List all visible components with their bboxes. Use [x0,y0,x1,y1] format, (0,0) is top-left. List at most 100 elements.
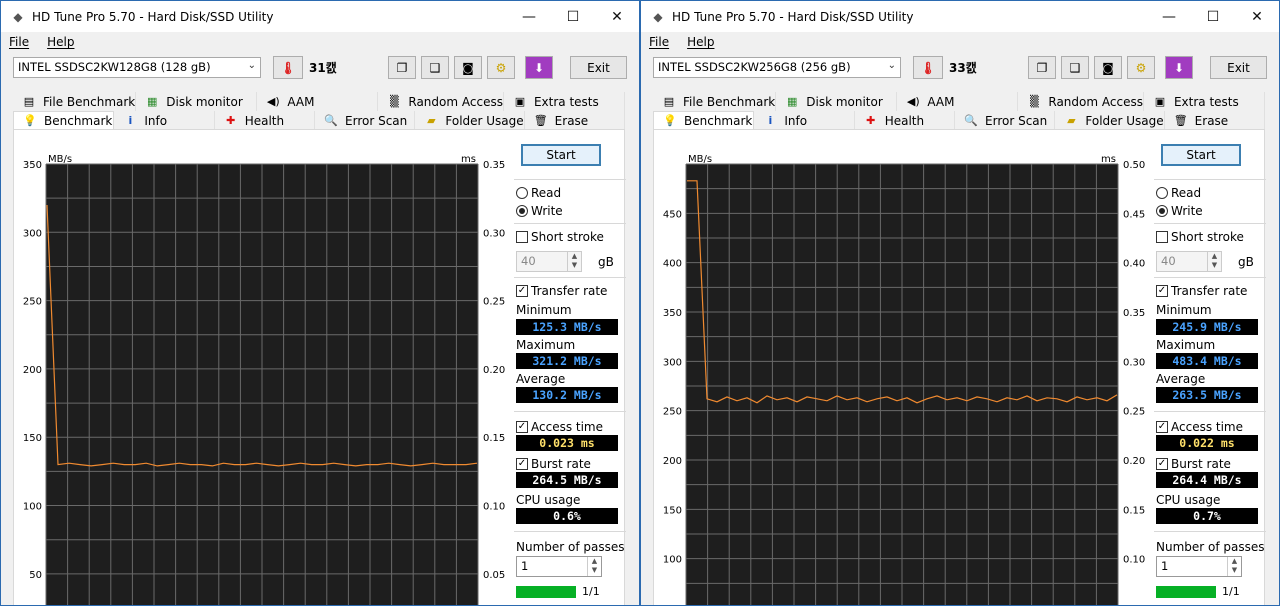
passes-input[interactable]: 1 ▲ ▼ [1156,556,1242,577]
temperature-icon[interactable]: 🌡 [273,56,303,79]
start-button[interactable]: Start [521,144,601,166]
short-stroke-checkbox[interactable]: Short stroke [1156,230,1244,244]
y2-tick-label: 0.40 [1123,259,1145,270]
drive-select[interactable]: INTEL SSDSC2KW128G8 (128 gB) ⌄ [13,57,261,78]
copy-info-icon[interactable]: ❑ [1061,56,1089,79]
y2-axis-unit: ms [461,154,476,165]
access-time-checkbox[interactable]: ✓ Access time [516,420,603,434]
tab-label: Health [884,113,925,128]
tab-info[interactable]: i Info [114,111,215,130]
access-time-checkbox[interactable]: ✓ Access time [1156,420,1243,434]
maximum-value: 321.2 MB/s [516,353,618,369]
tab-file-benchmark[interactable]: ▤ File Benchmark [13,92,137,111]
minimize-button[interactable]: — [1147,1,1191,32]
benchmark-chart: 450 400 350 300 250 200 150 100 0.50 0.45 0.40 0.35… [663,154,1145,605]
tab-info[interactable]: i Info [754,111,855,130]
menu-file[interactable]: File [9,35,29,49]
write-label: Write [1171,204,1203,218]
tab-extra-tests[interactable]: ▣ Extra tests [504,92,626,111]
burst-rate-checkbox[interactable]: ✓ Burst rate [516,457,591,471]
copy-text-icon[interactable]: ❐ [1028,56,1056,79]
copy-text-icon[interactable]: ❐ [388,56,416,79]
screenshot-icon[interactable]: ◙ [454,56,482,79]
trash-icon: 🗑 [1173,113,1188,127]
spinner-arrows-icon[interactable]: ▲ ▼ [567,252,581,271]
y-tick-label: 200 [663,456,682,467]
cpu-usage-value: 0.6% [516,508,618,524]
short-stroke-input[interactable]: 40 ▲ ▼ [516,251,582,272]
write-radio[interactable]: Write [516,204,563,218]
y-tick-label: 100 [663,555,682,566]
maximize-button[interactable]: ☐ [1191,1,1235,32]
tab-benchmark[interactable]: 💡 Benchmark [653,111,755,130]
y-tick-label: 250 [663,407,682,418]
tab-benchmark[interactable]: 💡 Benchmark [13,111,115,130]
burst-rate-checkbox[interactable]: ✓ Burst rate [1156,457,1231,471]
extra-tests-icon: ▣ [514,94,526,108]
tab-disk-monitor[interactable]: ▦ Disk monitor [136,92,258,111]
tab-aam[interactable]: ◀) AAM [257,92,379,111]
tab-random-access[interactable]: ▒ Random Access [378,92,504,111]
maximize-button[interactable]: ☐ [551,1,595,32]
tab-error-scan[interactable]: 🔍 Error Scan [955,111,1056,130]
tab-health[interactable]: ✚ Health [855,111,956,130]
tab-health[interactable]: ✚ Health [215,111,316,130]
tab-folder-usage[interactable]: ▰ Folder Usage [1055,111,1165,130]
read-radio[interactable]: Read [516,186,561,200]
drive-name: INTEL SSDSC2KW256G8 (256 gB) [658,60,851,74]
minimize-button[interactable]: — [507,1,551,32]
tab-file-benchmark[interactable]: ▤ File Benchmark [653,92,777,111]
options-icon[interactable]: ⚙ [1127,56,1155,79]
close-button[interactable]: ✕ [595,1,639,32]
passes-input[interactable]: 1 ▲ ▼ [516,556,602,577]
exit-button[interactable]: Exit [570,56,627,79]
title-bar[interactable]: ◆ HD Tune Pro 5.70 - Hard Disk/SSD Utili… [641,1,1279,32]
y2-tick-label: 0.10 [483,502,505,513]
spinner-arrows-icon[interactable]: ▲ ▼ [1207,252,1221,271]
tab-disk-monitor[interactable]: ▦ Disk monitor [776,92,898,111]
save-icon[interactable]: ⬇ [525,56,553,79]
minimum-label: Minimum [516,303,572,317]
tab-folder-usage[interactable]: ▰ Folder Usage [415,111,525,130]
tab-error-scan[interactable]: 🔍 Error Scan [315,111,416,130]
temperature-icon[interactable]: 🌡 [913,56,943,79]
transfer-rate-checkbox[interactable]: ✓ Transfer rate [1156,284,1247,298]
transfer-rate-checkbox[interactable]: ✓ Transfer rate [516,284,607,298]
menu-bar: File Help [641,32,1279,52]
read-radio[interactable]: Read [1156,186,1201,200]
chevron-down-icon: ⌄ [887,60,896,71]
tab-label: Folder Usage [445,113,524,128]
close-button[interactable]: ✕ [1235,1,1279,32]
write-radio[interactable]: Write [1156,204,1203,218]
toolbar: INTEL SSDSC2KW128G8 (128 gB) ⌄ 🌡 31캜 ❐ ❑ … [1,53,639,85]
burst-rate-label: Burst rate [531,457,591,471]
tab-aam[interactable]: ◀) AAM [897,92,1019,111]
title-bar[interactable]: ◆ HD Tune Pro 5.70 - Hard Disk/SSD Utili… [1,1,639,32]
menu-file[interactable]: File [649,35,669,49]
cpu-usage-value: 0.7% [1156,508,1258,524]
options-icon[interactable]: ⚙ [487,56,515,79]
y-axis-unit: MB/s [48,154,72,165]
drive-select[interactable]: INTEL SSDSC2KW256G8 (256 gB) ⌄ [653,57,901,78]
copy-info-icon[interactable]: ❑ [421,56,449,79]
menu-help[interactable]: Help [47,35,74,49]
tab-erase[interactable]: 🗑 Erase [525,111,626,130]
tab-extra-tests[interactable]: ▣ Extra tests [1144,92,1266,111]
short-stroke-input[interactable]: 40 ▲ ▼ [1156,251,1222,272]
benchmark-chart: 350 300 250 200 150 100 50 0.35 0.30 0.25 0.20 0.15… [23,154,505,605]
y2-tick-label: 0.50 [1123,160,1145,171]
screenshot-icon[interactable]: ◙ [1094,56,1122,79]
short-stroke-checkbox[interactable]: Short stroke [516,230,604,244]
spinner-arrows-icon[interactable]: ▲ ▼ [587,557,601,576]
start-button[interactable]: Start [1161,144,1241,166]
spinner-arrows-icon[interactable]: ▲ ▼ [1227,557,1241,576]
y2-tick-label: 0.20 [483,365,505,376]
menu-help[interactable]: Help [687,35,714,49]
file-benchmark-icon: ▤ [663,94,675,108]
exit-button[interactable]: Exit [1210,56,1267,79]
tab-erase[interactable]: 🗑 Erase [1165,111,1266,130]
y2-tick-label: 0.45 [1123,209,1145,220]
save-icon[interactable]: ⬇ [1165,56,1193,79]
tab-random-access[interactable]: ▒ Random Access [1018,92,1144,111]
passes-label: Number of passes [516,540,625,554]
